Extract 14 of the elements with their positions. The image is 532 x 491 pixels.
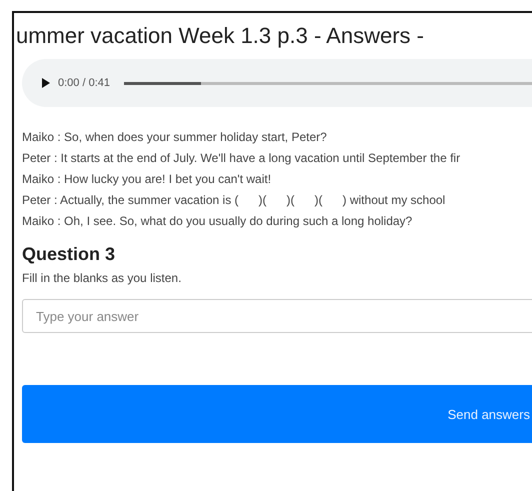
page-title: ummer vacation Week 1.3 p.3 - Answers - (16, 23, 425, 49)
send-button[interactable]: Send answers (22, 385, 532, 443)
progress-track[interactable] (124, 82, 532, 84)
play-icon[interactable] (42, 78, 50, 88)
dialogue-line: Peter : It starts at the end of July. We'll have a long vacation until September the fir (22, 150, 462, 167)
question-heading: Question 3 (22, 244, 116, 265)
dialogue-line: Maiko : Oh, I see. So, what do you usually do during such a long holiday? (22, 213, 414, 230)
dialogue-line: Maiko : How lucky you are! I bet you can't wait! (22, 171, 272, 188)
dialogue-line: Peter : Actually, the summer vacation is ( )( )( )( ) without my school (22, 192, 446, 209)
answer-field[interactable]: Type your answer (22, 299, 532, 333)
instruction-text: Fill in the blanks as you listen. (22, 271, 182, 285)
dialogue-line: Maiko : So, when does your summer holiday start, Peter? (22, 129, 328, 146)
audio-player[interactable]: 0:00 / 0:41 (22, 59, 532, 107)
time-display: 0:00 / 0:41 (58, 77, 110, 89)
